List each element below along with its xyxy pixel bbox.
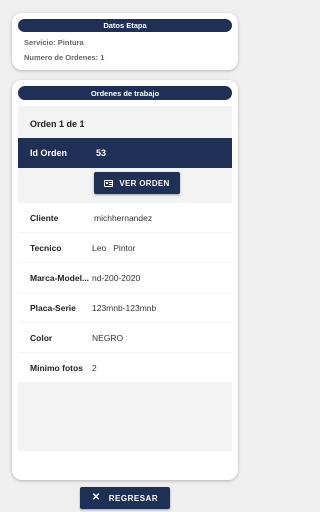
detail-row-plate-serial: Placa-Serie 123mnb-123mnb	[18, 293, 232, 322]
order-count: Orden 1 de 1	[30, 119, 85, 129]
detail-value: Leo Pintor	[92, 242, 136, 253]
detail-row-color: Color NEGRO	[18, 323, 232, 352]
detail-value: 2	[92, 362, 97, 373]
detail-label: Minimo fotos	[30, 362, 83, 373]
stage-card-header: Datos Etapa	[18, 19, 232, 32]
orders-card-header: Ordenes de trabajo	[18, 86, 232, 100]
back-button[interactable]: ✕ REGRESAR	[80, 487, 170, 509]
close-icon: ✕	[91, 492, 101, 503]
stage-card: Datos Etapa Servicio: Pintura Numero de …	[12, 13, 238, 70]
order-id-value: 53	[96, 148, 107, 158]
back-button-label: REGRESAR	[108, 493, 159, 503]
service-value: Pintura	[57, 38, 84, 47]
detail-row-technician: Tecnico Leo Pintor	[18, 233, 232, 262]
card-icon	[104, 179, 114, 187]
detail-label: Placa-Serie	[30, 302, 76, 313]
orders-line: Numero de Ordenes: 1	[24, 53, 104, 62]
order-panel: Orden 1 de 1 Id Orden 53 VER ORDEN Clien…	[18, 106, 232, 451]
detail-value: NEGRO	[92, 332, 124, 343]
orders-label: Numero de Ordenes:	[24, 53, 99, 62]
detail-label: Tecnico	[30, 242, 62, 253]
detail-value: 123mnb-123mnb	[92, 302, 157, 313]
order-id-label: Id Orden	[30, 148, 68, 158]
detail-label: Cliente	[30, 212, 59, 223]
detail-label: Marca-Model...	[30, 272, 90, 283]
view-order-button[interactable]: VER ORDEN	[94, 172, 180, 194]
detail-row-client: Cliente michhernandez	[18, 203, 232, 232]
detail-row-brand-model: Marca-Model... nd-200-2020	[18, 263, 232, 292]
orders-value: 1	[100, 53, 105, 62]
service-line: Servicio: Pintura	[24, 38, 84, 47]
service-label: Servicio:	[24, 38, 56, 47]
view-order-label: VER ORDEN	[119, 178, 170, 188]
detail-row-min-photos: Minimo fotos 2	[18, 353, 232, 382]
detail-value: michhernandez	[94, 212, 153, 223]
detail-value: nd-200-2020	[92, 272, 141, 283]
detail-label: Color	[30, 332, 53, 343]
orders-card: Ordenes de trabajo Orden 1 de 1 Id Orden…	[12, 80, 238, 480]
order-id-bar: Id Orden 53	[18, 138, 232, 168]
